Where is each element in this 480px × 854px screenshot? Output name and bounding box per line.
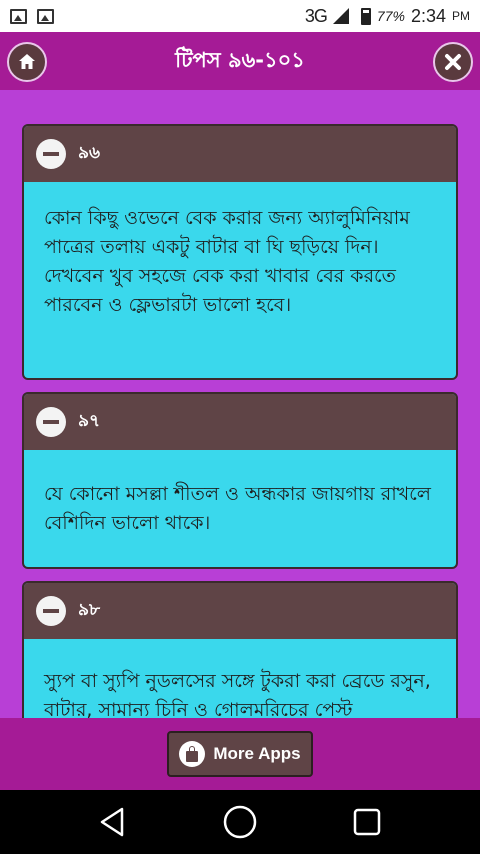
- status-bar: 3G 77% 2:34 PM: [0, 0, 480, 32]
- home-circle-icon: [223, 805, 257, 839]
- back-triangle-icon: [101, 807, 124, 837]
- tip-card-header[interactable]: ৯৬: [24, 126, 456, 182]
- back-button[interactable]: [88, 797, 138, 847]
- more-apps-button[interactable]: More Apps: [167, 731, 313, 777]
- image-notification-icon: [37, 8, 54, 24]
- notification-icons: [10, 8, 54, 24]
- tip-number: ৯৭: [78, 411, 101, 431]
- home-button[interactable]: [7, 42, 47, 82]
- home-nav-button[interactable]: [215, 797, 265, 847]
- collapse-icon[interactable]: [36, 596, 66, 626]
- signal-icon: [332, 8, 349, 24]
- clock-ampm: PM: [452, 9, 470, 23]
- tip-card: ৯৬ কোন কিছু ওভেনে বেক করার জন্য অ্যালুমি…: [22, 124, 458, 380]
- recents-button[interactable]: [342, 797, 392, 847]
- tip-card: ৯৭ যে কোনো মসল্লা শীতল ও অন্ধকার জায়গায…: [22, 392, 458, 569]
- tip-text: কোন কিছু ওভেনে বেক করার জন্য অ্যালুমিনিয…: [44, 207, 410, 316]
- home-icon: [19, 54, 35, 69]
- footer-bar: More Apps: [0, 718, 480, 790]
- recents-square-icon: [353, 808, 380, 836]
- image-notification-icon: [10, 8, 27, 24]
- app-header: টিপস ৯৬-১০১: [0, 32, 480, 90]
- tip-card-header[interactable]: ৯৮: [24, 583, 456, 639]
- battery-percent: 77%: [376, 8, 405, 24]
- tip-text: যে কোনো মসল্লা শীতল ও অন্ধকার জায়গায় র…: [44, 483, 431, 534]
- status-indicators: 3G 77% 2:34 PM: [305, 6, 470, 27]
- tip-card: ৯৮ স্যুপ বা স্যুপি নুডলসের সঙ্গে টুকরা ক…: [22, 581, 458, 718]
- network-type: 3G: [304, 5, 328, 26]
- shopping-bag-icon: [179, 741, 206, 767]
- tip-card-header[interactable]: ৯৭: [24, 394, 456, 450]
- tip-number: ৯৬: [78, 143, 101, 163]
- more-apps-label: More Apps: [213, 744, 301, 763]
- tip-text: স্যুপ বা স্যুপি নুডলসের সঙ্গে টুকরা করা …: [44, 670, 431, 718]
- tip-number: ৯৮: [78, 600, 101, 620]
- close-icon: [445, 54, 461, 70]
- page-title: টিপস ৯৬-১০১: [175, 47, 305, 72]
- tips-list[interactable]: ৯৬ কোন কিছু ওভেনে বেক করার জন্য অ্যালুমি…: [0, 90, 480, 718]
- clock-time: 2:34: [410, 5, 446, 26]
- collapse-icon[interactable]: [36, 407, 66, 437]
- system-nav-bar: [0, 790, 480, 854]
- collapse-icon[interactable]: [36, 139, 66, 169]
- battery-icon: [360, 7, 371, 25]
- close-button[interactable]: [433, 42, 473, 82]
